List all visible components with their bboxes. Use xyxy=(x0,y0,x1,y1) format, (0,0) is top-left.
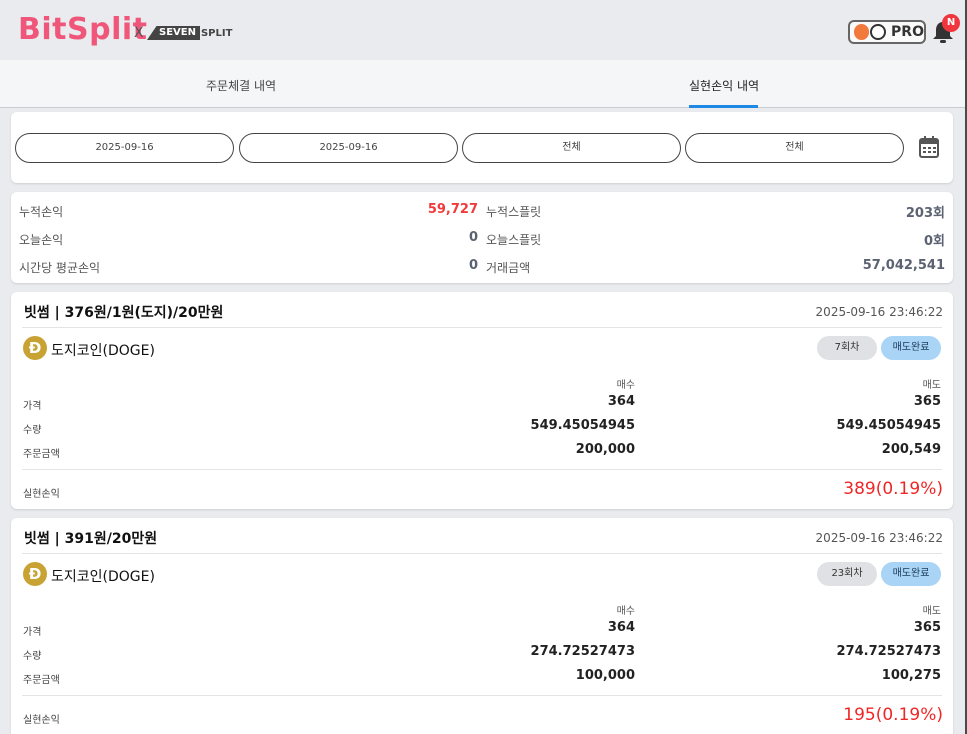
tab-realized-pnl[interactable]: 실현손익 내역 xyxy=(689,77,759,94)
trade-datetime: 2025-09-16 23:46:22 xyxy=(815,305,943,319)
tab-bar: 주문체결 내역 실현손익 내역 xyxy=(0,60,965,108)
notification-badge: N xyxy=(942,14,960,32)
app-header: BitSplit X SEVEN SPLIT PRO N xyxy=(0,0,965,60)
filter-select-2[interactable]: 전체 xyxy=(685,133,904,163)
amount-label: 주문금액 xyxy=(23,675,60,686)
filter-select-1[interactable]: 전체 xyxy=(462,133,681,163)
sell-qty: 549.45054945 xyxy=(836,418,941,433)
buy-price: 364 xyxy=(607,394,635,409)
doge-coin-icon: Đ xyxy=(23,562,47,586)
panda-icon xyxy=(870,24,887,40)
cum-split-label: 누적스플릿 xyxy=(486,205,542,219)
buy-column-header: 매수 xyxy=(616,606,635,617)
trade-title: 빗썸 | 376원/1원(도지)/20만원 xyxy=(24,305,224,321)
coin-name: 도지코인(DOGE) xyxy=(51,569,155,585)
divider xyxy=(22,553,942,554)
status-badge: 매도완료 xyxy=(881,562,941,586)
sell-price: 365 xyxy=(913,620,941,635)
sell-price: 365 xyxy=(913,394,941,409)
sevensplit-tail: SPLIT xyxy=(200,27,233,39)
price-label: 가격 xyxy=(23,627,42,638)
buy-amount: 200,000 xyxy=(575,442,635,457)
pnl-value: 195(0.19%) xyxy=(843,705,943,725)
sell-amount: 200,549 xyxy=(881,442,941,457)
start-date-field[interactable]: 2025-09-16 xyxy=(15,133,234,163)
trade-datetime: 2025-09-16 23:46:22 xyxy=(815,531,943,545)
buy-price: 364 xyxy=(607,620,635,635)
trade-card[interactable]: 빗썸 | 391원/20만원 2025-09-16 23:46:22 Đ 도지코… xyxy=(11,518,953,734)
amount-label: 주문금액 xyxy=(23,449,60,460)
pnl-label: 실현손익 xyxy=(23,715,60,726)
buy-qty: 274.72527473 xyxy=(530,644,635,659)
status-badge: 매도완료 xyxy=(881,336,941,360)
sevensplit-box: SEVEN xyxy=(147,26,200,40)
doge-coin-icon: Đ xyxy=(23,336,47,360)
round-badge: 23회차 xyxy=(817,562,877,586)
calendar-icon[interactable] xyxy=(919,136,939,158)
hourly-pnl-value: 0 xyxy=(468,258,478,273)
collab-x: X xyxy=(134,25,144,41)
divider xyxy=(22,695,942,696)
sell-column-header: 매도 xyxy=(922,606,941,617)
summary-card: 누적손익 59,727 누적스플릿 203회 오늘손익 0 오늘스플릿 0회 시… xyxy=(11,192,953,283)
today-pnl-label: 오늘손익 xyxy=(19,233,64,247)
volume-label: 거래금액 xyxy=(486,261,531,275)
divider xyxy=(22,469,942,470)
end-date-field[interactable]: 2025-09-16 xyxy=(239,133,458,163)
trade-card[interactable]: 빗썸 | 376원/1원(도지)/20만원 2025-09-16 23:46:2… xyxy=(11,292,953,509)
hourly-pnl-label: 시간당 평균손익 xyxy=(19,261,101,275)
qty-label: 수량 xyxy=(23,425,42,436)
pro-badge[interactable]: PRO xyxy=(848,20,926,44)
trade-title: 빗썸 | 391원/20만원 xyxy=(24,531,158,547)
today-split-value: 0회 xyxy=(923,234,945,249)
coin-name: 도지코인(DOGE) xyxy=(51,343,155,359)
buy-column-header: 매수 xyxy=(616,380,635,391)
buy-qty: 549.45054945 xyxy=(530,418,635,433)
volume-value: 57,042,541 xyxy=(862,258,945,273)
today-pnl-value: 0 xyxy=(468,230,478,245)
cum-pnl-label: 누적손익 xyxy=(19,205,64,219)
today-split-label: 오늘스플릿 xyxy=(486,233,542,247)
buy-amount: 100,000 xyxy=(575,668,635,683)
sell-column-header: 매도 xyxy=(922,380,941,391)
tab-order-history[interactable]: 주문체결 내역 xyxy=(206,77,276,94)
price-label: 가격 xyxy=(23,401,42,412)
bitsplit-logo[interactable]: BitSplit xyxy=(18,12,147,47)
sell-qty: 274.72527473 xyxy=(836,644,941,659)
qty-label: 수량 xyxy=(23,651,42,662)
tiger-icon xyxy=(854,24,870,40)
pnl-value: 389(0.19%) xyxy=(843,479,943,499)
sell-amount: 100,275 xyxy=(881,668,941,683)
cum-split-value: 203회 xyxy=(905,206,945,221)
pro-label: PRO xyxy=(891,24,924,40)
filter-card: 2025-09-16 2025-09-16 전체 전체 xyxy=(11,112,953,183)
round-badge: 7회차 xyxy=(817,336,877,360)
active-tab-indicator xyxy=(689,105,758,108)
pnl-label: 실현손익 xyxy=(23,489,60,500)
sevensplit-logo: SEVEN SPLIT xyxy=(147,26,232,40)
cum-pnl-value: 59,727 xyxy=(427,202,478,217)
divider xyxy=(22,327,942,328)
